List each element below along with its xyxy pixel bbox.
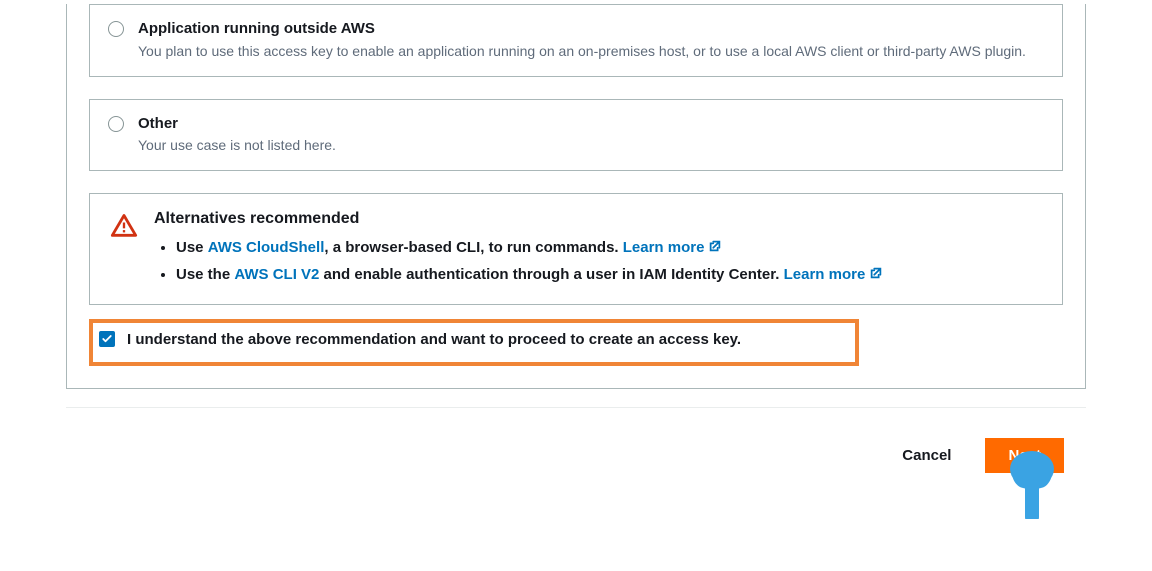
aws-cli-link[interactable]: AWS CLI V2	[234, 266, 319, 283]
alert-title: Alternatives recommended	[154, 210, 1042, 228]
alert-bullet-cloudshell: Use AWS CloudShell, a browser-based CLI,…	[176, 234, 1042, 261]
consent-label: I understand the above recommendation an…	[127, 329, 741, 352]
radio-unselected-icon	[108, 116, 124, 132]
learn-more-link[interactable]: Learn more	[623, 239, 723, 256]
warning-triangle-icon	[110, 212, 138, 240]
next-button[interactable]: Next	[985, 438, 1064, 473]
option-texts: Other Your use case is not listed here.	[138, 114, 1044, 157]
option-desc: You plan to use this access key to enabl…	[138, 41, 1044, 62]
external-link-icon	[708, 235, 722, 249]
learn-more-label: Learn more	[623, 239, 705, 256]
cloudshell-link[interactable]: AWS CloudShell	[208, 239, 325, 256]
alternatives-alert: Alternatives recommended Use AWS CloudSh…	[89, 193, 1063, 305]
external-link-icon	[869, 262, 883, 276]
option-title: Other	[138, 114, 1044, 134]
bullet-text: Use the	[176, 266, 234, 283]
option-title: Application running outside AWS	[138, 19, 1044, 39]
use-case-panel: Application running outside AWS You plan…	[66, 4, 1086, 389]
option-desc: Your use case is not listed here.	[138, 135, 1044, 156]
alert-bullet-cliv2: Use the AWS CLI V2 and enable authentica…	[176, 261, 1042, 288]
bullet-text: , a browser-based CLI, to run commands.	[324, 239, 622, 256]
learn-more-label: Learn more	[784, 266, 866, 283]
bullet-text: Use	[176, 239, 208, 256]
checkmark-icon	[101, 333, 113, 345]
radio-unselected-icon	[108, 21, 124, 37]
alert-body: Alternatives recommended Use AWS CloudSh…	[154, 210, 1042, 288]
consent-highlight: I understand the above recommendation an…	[89, 319, 859, 366]
wizard-footer: Cancel Next	[66, 407, 1086, 483]
option-application-outside-aws[interactable]: Application running outside AWS You plan…	[89, 4, 1063, 77]
cancel-button[interactable]: Cancel	[884, 439, 969, 472]
learn-more-link[interactable]: Learn more	[784, 266, 884, 283]
bullet-text: and enable authentication through a user…	[319, 266, 783, 283]
consent-checkbox[interactable]	[99, 331, 115, 347]
option-texts: Application running outside AWS You plan…	[138, 19, 1044, 62]
option-other[interactable]: Other Your use case is not listed here.	[89, 99, 1063, 172]
